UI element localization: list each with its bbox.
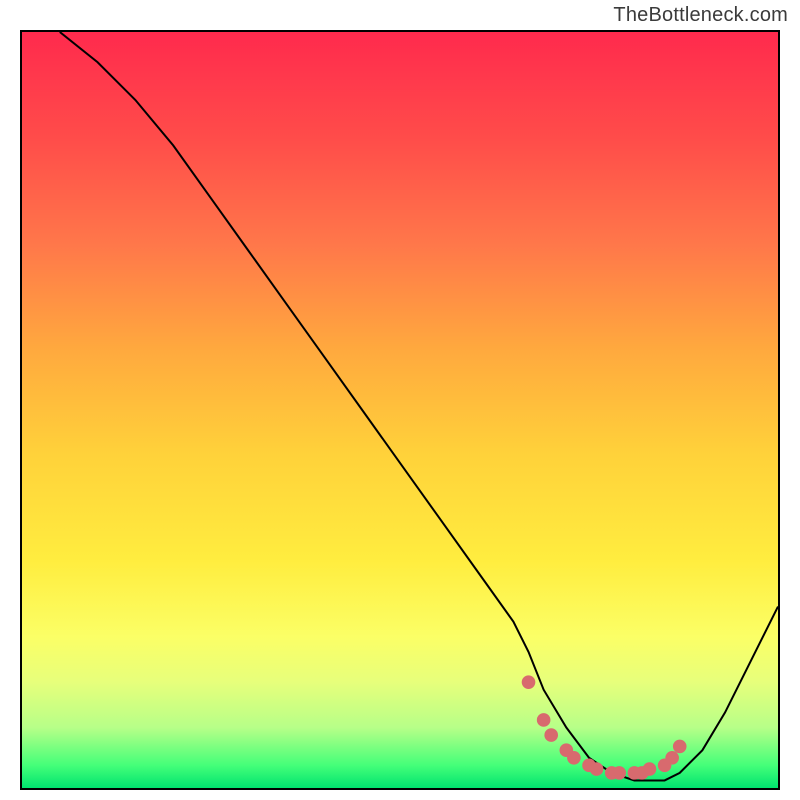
chart-plot-area	[20, 30, 780, 790]
emphasis-dot	[673, 740, 687, 754]
emphasis-dot	[612, 766, 626, 780]
emphasis-dot	[537, 713, 551, 727]
emphasis-dot	[665, 751, 679, 765]
chart-svg	[22, 32, 778, 788]
attribution-text: TheBottleneck.com	[613, 4, 788, 27]
emphasis-dot	[590, 762, 604, 776]
emphasis-dot	[522, 675, 536, 689]
emphasis-dot	[643, 762, 657, 776]
emphasis-dot	[567, 751, 581, 765]
emphasis-dot-group	[522, 675, 687, 779]
emphasis-dot	[544, 728, 558, 742]
bottleneck-curve-line	[60, 32, 778, 780]
